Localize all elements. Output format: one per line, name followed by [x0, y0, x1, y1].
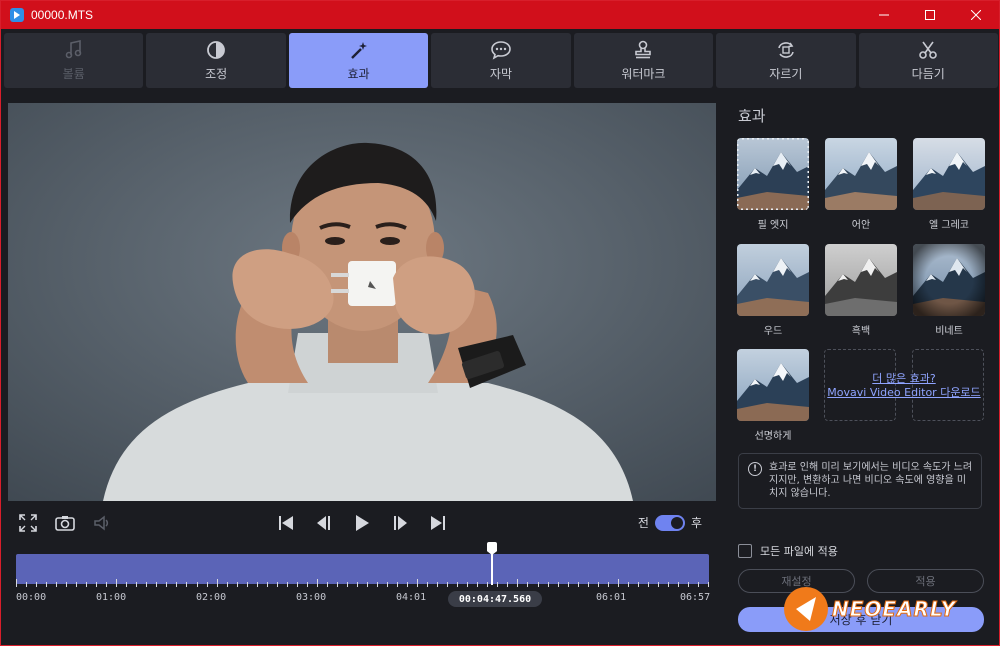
video-frame-image: [8, 103, 716, 501]
notice-text: 효과로 인해 미리 보기에서는 비디오 속도가 느려지지만, 변환하고 나면 비…: [769, 462, 973, 499]
effect-thumbnail: [737, 138, 809, 210]
panel-title: 효과: [738, 107, 766, 125]
effect-sharpen[interactable]: 선명하게: [737, 349, 809, 442]
effect-label: 어안: [851, 220, 871, 231]
more-effects-line1: 더 많은 효과?: [872, 372, 936, 385]
tab-adjust-label: 조정: [205, 67, 228, 81]
watermark-text: NEOEARLY: [831, 597, 957, 622]
tab-volume-label: 볼륨: [62, 67, 85, 81]
effect-label: 엘 그레코: [929, 220, 969, 231]
title-bar: 00000.MTS: [1, 1, 999, 29]
effect-thumbnail: [825, 138, 897, 210]
current-timecode: 00:04:47.560: [448, 591, 542, 607]
tab-subtitles[interactable]: 자막: [431, 33, 571, 88]
tab-subtitles-label: 자막: [489, 67, 513, 81]
time-label: 02:00: [196, 592, 227, 603]
play-button[interactable]: [352, 513, 372, 533]
tab-watermark-label: 워터마크: [621, 67, 666, 81]
effect-thumbnail: [737, 349, 809, 421]
skip-to-end-button[interactable]: [428, 513, 448, 533]
more-effects-line2: Movavi Video Editor 다운로드: [827, 386, 981, 399]
step-back-icon: [317, 516, 330, 530]
speaker-icon: [94, 515, 109, 531]
preview-speed-notice: ! 효과로 인해 미리 보기에서는 비디오 속도가 느려지지만, 변환하고 나면…: [738, 453, 982, 509]
close-button[interactable]: [953, 1, 999, 29]
effect-edge[interactable]: 필 엣지: [737, 138, 809, 231]
effect-label: 우드: [763, 326, 783, 337]
step-forward-icon: [394, 516, 407, 530]
maximize-button[interactable]: [907, 1, 953, 29]
time-label: 00:00: [16, 592, 47, 603]
app-logo-icon: [10, 8, 24, 22]
effect-label: 선명하게: [754, 431, 792, 442]
mute-button[interactable]: [92, 513, 112, 533]
tab-trim[interactable]: 다듬기: [858, 33, 998, 88]
effect-thumbnail: [913, 244, 985, 316]
time-label: 03:00: [296, 592, 327, 603]
editor-tabs: 볼륨 조정 효과 자막 워터마크 자르기 다듬기: [4, 33, 998, 88]
effect-label: 비네트: [935, 326, 963, 337]
effect-bw[interactable]: 흑백: [825, 244, 897, 337]
tab-crop[interactable]: 자르기: [716, 33, 856, 88]
effect-vignette[interactable]: 비네트: [913, 244, 985, 337]
tab-volume[interactable]: 볼륨: [4, 33, 144, 88]
before-label: 전: [637, 516, 649, 530]
tab-trim-label: 다듬기: [911, 67, 945, 81]
window-controls: [861, 1, 999, 29]
apply-to-all-option[interactable]: 모든 파일에 적용: [738, 543, 838, 559]
effect-wood[interactable]: 우드: [737, 244, 809, 337]
music-note-icon: [63, 39, 85, 61]
fullscreen-button[interactable]: [18, 513, 38, 533]
tab-adjust[interactable]: 조정: [146, 33, 286, 88]
after-label: 후: [690, 516, 702, 530]
effect-elgreco[interactable]: 엘 그레코: [913, 138, 985, 231]
effect-label: 흑백: [851, 326, 871, 337]
watermark-overlay: NEOEARLY: [784, 585, 994, 633]
video-preview[interactable]: [8, 103, 716, 501]
effect-fisheye[interactable]: 어안: [825, 138, 897, 231]
player-controls: 전 후: [8, 504, 716, 542]
next-frame-button[interactable]: [390, 513, 410, 533]
time-label: 04:01: [396, 592, 427, 603]
time-label: 06:01: [596, 592, 627, 603]
tab-watermark[interactable]: 워터마크: [573, 33, 714, 88]
snapshot-button[interactable]: [55, 513, 75, 533]
apply-all-checkbox[interactable]: [738, 544, 752, 558]
camera-icon: [55, 516, 75, 531]
app-window: 00000.MTS 볼륨 조정 효과 자막 워터마크 자르기 다듬기 전 후 0…: [0, 0, 1000, 646]
tab-effects-label: 효과: [347, 67, 370, 81]
time-label: 06:57: [680, 592, 711, 603]
fullscreen-icon: [19, 514, 37, 532]
speech-bubble-icon: [490, 39, 512, 61]
previous-frame-button[interactable]: [314, 513, 334, 533]
time-label: 01:00: [96, 592, 127, 603]
apply-all-label: 모든 파일에 적용: [760, 545, 838, 558]
neoearly-logo-icon: [784, 587, 828, 631]
effect-label: 필 엣지: [757, 220, 789, 231]
effect-thumbnail: [913, 138, 985, 210]
effect-thumbnail: [737, 244, 809, 316]
scissors-icon: [917, 39, 939, 61]
skip-end-icon: [431, 516, 445, 530]
contrast-icon: [205, 39, 227, 61]
download-editor-link[interactable]: 더 많은 효과? Movavi Video Editor 다운로드: [819, 372, 989, 400]
timeline-ticks: [16, 579, 709, 587]
info-icon: !: [748, 462, 762, 476]
timeline-labels: 00:00 01:00 02:00 03:00 04:01 06:01 06:5…: [16, 592, 711, 606]
crop-rotate-icon: [775, 39, 797, 61]
play-icon: [356, 515, 369, 531]
tab-crop-label: 자르기: [769, 67, 803, 81]
before-after-toggle: 전 후: [638, 514, 702, 531]
before-after-switch[interactable]: [654, 514, 685, 531]
window-title: 00000.MTS: [31, 8, 94, 22]
effect-thumbnail: [825, 244, 897, 316]
magic-wand-icon: [348, 39, 370, 61]
tab-effects[interactable]: 효과: [288, 33, 429, 88]
skip-start-icon: [279, 516, 293, 530]
skip-to-start-button[interactable]: [276, 513, 296, 533]
minimize-button[interactable]: [861, 1, 907, 29]
stamp-icon: [632, 39, 654, 61]
